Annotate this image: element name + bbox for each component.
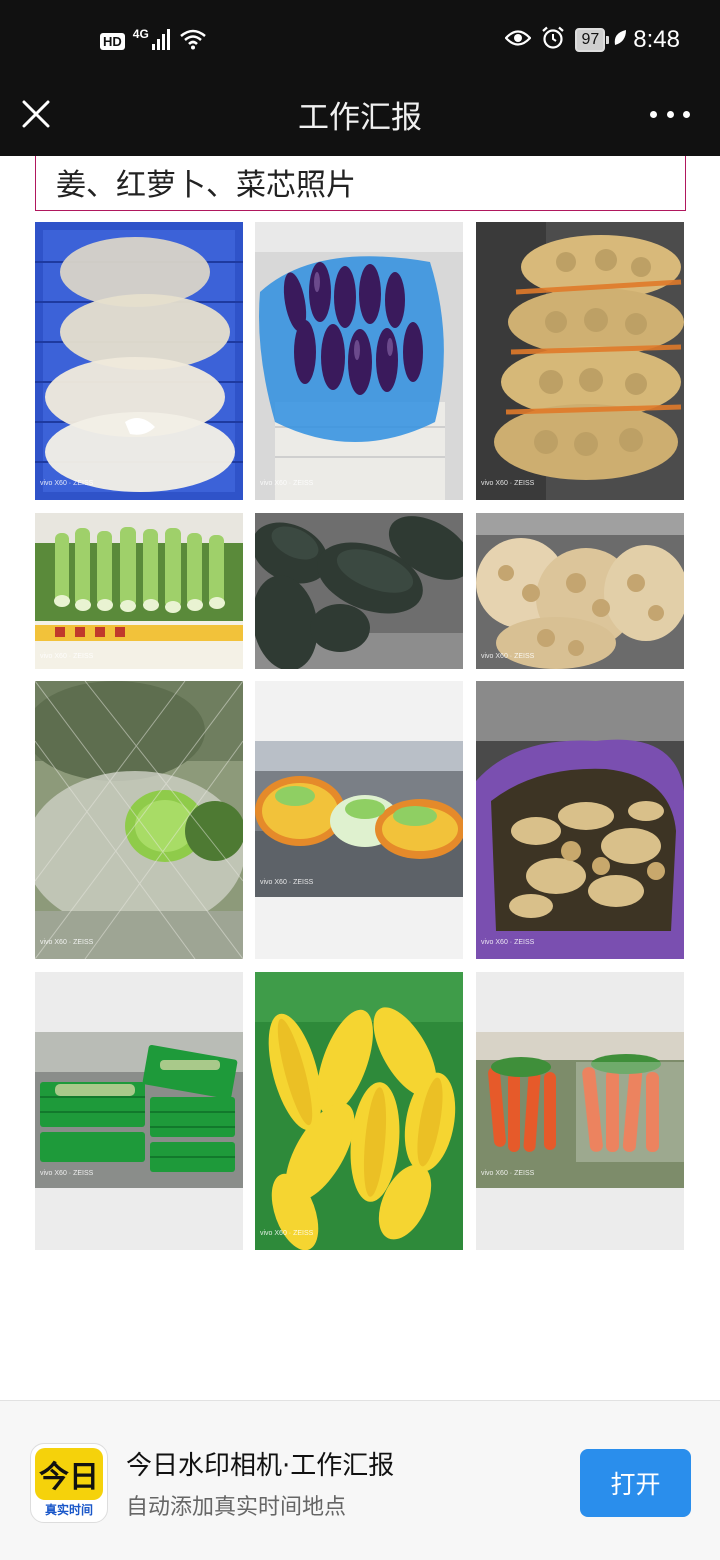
photo-watermark: vivo X60 · ZEISS [481, 480, 535, 487]
clock: 8:48 [633, 26, 680, 53]
photo-eggplants[interactable]: vivo X60 · ZEISS [255, 222, 463, 500]
eye-icon [504, 28, 532, 52]
more-button[interactable] [650, 104, 690, 124]
photo-cabbage[interactable]: vivo X60 · ZEISS [35, 681, 243, 959]
hd-icon: HD [100, 32, 125, 50]
status-left: HD 4G [100, 27, 207, 54]
leaf-icon [613, 29, 627, 51]
photo-watermark: vivo X60 · ZEISS [40, 939, 94, 946]
app-icon-text: 今日 [35, 1448, 103, 1500]
wifi-icon [179, 28, 207, 54]
status-right: 97 8:48 [504, 26, 680, 54]
open-button[interactable]: 打开 [580, 1449, 691, 1517]
battery-icon: 97 [575, 28, 610, 52]
photo-caption: 姜、红萝卜、菜芯照片 [56, 168, 356, 203]
photo-bok-choy[interactable]: vivo X60 · ZEISS [255, 681, 463, 959]
battery-tip [606, 36, 610, 44]
battery-level: 97 [575, 28, 606, 52]
photo-watermark: vivo X60 · ZEISS [40, 480, 94, 487]
photo-ginger[interactable]: vivo X60 · ZEISS [476, 681, 684, 959]
alarm-icon [541, 26, 565, 54]
status-bar: HD 4G 97 8:48 [0, 0, 720, 84]
more-icon-dot [683, 110, 690, 118]
report-content: 姜、红萝卜、菜芯照片 vivo X60 · ZEISS vivo X60 · Z… [0, 156, 720, 1400]
app-icon-label: 真实时间 [44, 1503, 93, 1517]
photo-bagged-vegetables[interactable]: vivo X60 · ZEISS [35, 222, 243, 500]
more-icon-dot [650, 110, 657, 118]
signal-icon [151, 28, 171, 54]
network-type-label: 4G [132, 27, 149, 41]
more-icon-dot [666, 110, 674, 118]
photo-watermark: vivo X60 · ZEISS [481, 1170, 535, 1177]
app-name: 今日水印相机·工作汇报 [126, 1451, 395, 1481]
photo-carrots[interactable]: vivo X60 · ZEISS [476, 972, 684, 1250]
photo-watermark: vivo X60 · ZEISS [260, 480, 314, 487]
photo-watermark: vivo X60 · ZEISS [260, 1230, 314, 1237]
photo-mushrooms[interactable]: vivo X60 · ZEISS [476, 513, 684, 669]
photo-watermark: vivo X60 · ZEISS [40, 653, 94, 660]
photo-watermark: vivo X60 · ZEISS [260, 879, 314, 886]
photo-winter-melons[interactable] [255, 513, 463, 669]
photo-corn[interactable]: vivo X60 · ZEISS [255, 972, 463, 1250]
photo-watermark: vivo X60 · ZEISS [40, 1170, 94, 1177]
caption-box: 姜、红萝卜、菜芯照片 [35, 156, 686, 211]
photo-green-beans[interactable]: vivo X60 · ZEISS [35, 972, 243, 1250]
app-icon[interactable]: 今日 真实时间 [30, 1443, 108, 1523]
page-title: 工作汇报 [298, 100, 422, 136]
photo-celery[interactable]: vivo X60 · ZEISS [35, 513, 243, 669]
app-promo-bar: 今日 真实时间 今日水印相机·工作汇报 自动添加真实时间地点 打开 [0, 1400, 720, 1560]
nav-bar: 工作汇报 [0, 84, 720, 156]
photo-watermark: vivo X60 · ZEISS [481, 939, 535, 946]
photo-potatoes[interactable]: vivo X60 · ZEISS [476, 222, 684, 500]
app-tagline: 自动添加真实时间地点 [126, 1495, 347, 1520]
photo-watermark: vivo X60 · ZEISS [481, 653, 535, 660]
